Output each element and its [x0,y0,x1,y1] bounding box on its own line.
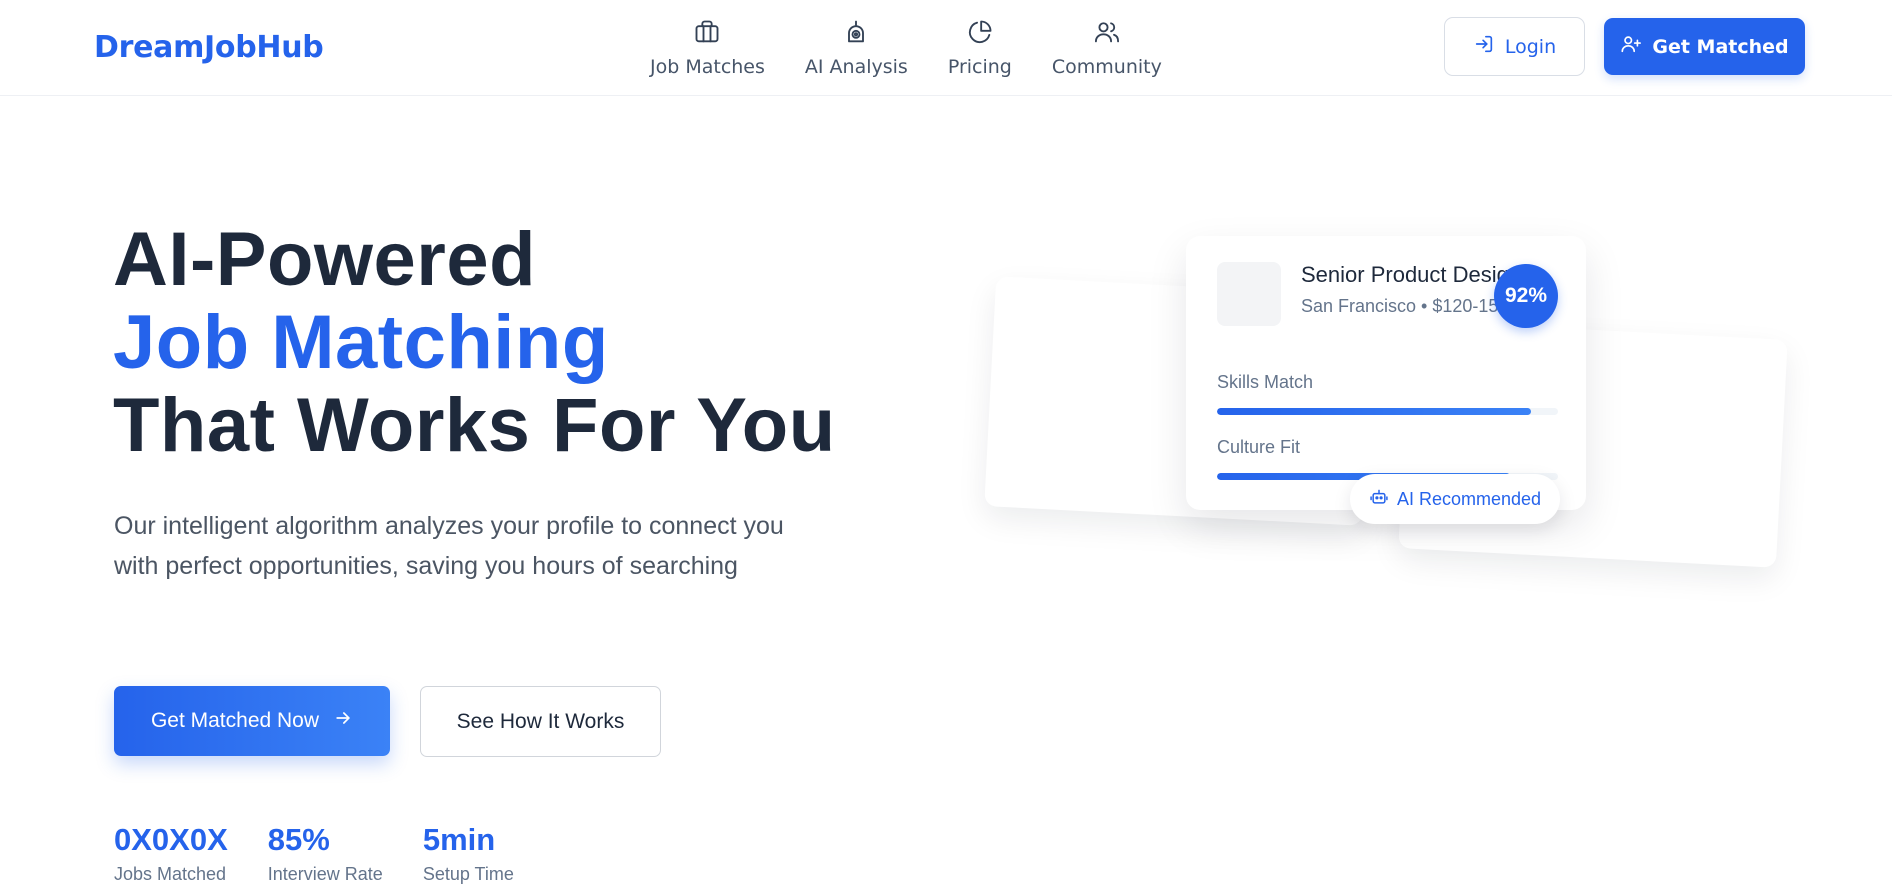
user-plus-icon [1620,33,1642,60]
hero-subtitle: Our intelligent algorithm analyzes your … [114,512,784,580]
sign-in-icon [1473,33,1495,60]
stat-setup-time: 5min Setup Time [423,822,514,885]
nav-label: AI Analysis [804,56,908,78]
main-nav: Job Matches AI Analysis Pricing Communit… [630,18,1182,78]
stat-jobs-matched: 0X0X0X Jobs Matched [114,822,228,885]
stat-value: 0X0X0X [114,822,228,857]
stat-label: Interview Rate [267,864,383,884]
hero-stats: 0X0X0X Jobs Matched 85% Interview Rate 5… [114,822,554,885]
nav-item-community[interactable]: Community [1032,18,1182,78]
job-match-card[interactable]: Senior Product Designer San Francisco • … [1186,236,1586,510]
company-logo-placeholder [1217,262,1281,326]
see-how-it-works-button[interactable]: See How It Works [420,686,661,757]
robot-icon [1369,487,1389,512]
job-title: Senior Product Designer [1301,262,1521,287]
get-matched-now-button[interactable]: Get Matched Now [114,686,390,756]
hero-title-line-2: Job Matching [113,300,609,385]
nav-item-pricing[interactable]: Pricing [928,18,1032,78]
get-matched-label: Get Matched [1652,35,1789,58]
login-button[interactable]: Login [1444,17,1585,76]
primary-cta-label: Get Matched Now [150,709,320,732]
hero-title-highlight: Job Matching [113,301,609,384]
nav-label: Pricing [947,56,1012,78]
metric-label-culture: Culture Fit [1217,437,1301,457]
stat-label: Jobs Matched [114,864,227,884]
skills-match-bar [1217,408,1558,415]
hero-title: AI-Powered Job Matching That Works For Y… [113,218,836,467]
metric-label-skills: Skills Match [1217,372,1314,392]
ai-recommended-label: AI Recommended [1396,488,1542,509]
users-icon [1093,18,1121,46]
stat-label: Setup Time [422,864,514,884]
site-header: DreamJobHub Job Matches AI Analysis Pric… [0,0,1892,96]
robot-icon [842,18,870,46]
pie-chart-icon [966,18,994,46]
skills-match-fill [1217,408,1531,415]
arrow-right-icon [333,708,353,734]
hero-title-line-3: That Works For You [113,383,836,468]
get-matched-button[interactable]: Get Matched [1604,18,1805,75]
brand-logo[interactable]: DreamJobHub [94,30,324,65]
secondary-cta-label: See How It Works [456,709,625,733]
login-label: Login [1504,35,1557,58]
hero-title-line-1: AI-Powered [113,217,537,302]
nav-label: Job Matches [650,56,765,78]
ai-recommended-chip: AI Recommended [1350,474,1560,524]
nav-item-job-matches[interactable]: Job Matches [630,18,785,78]
nav-item-ai-analysis[interactable]: AI Analysis [785,18,928,78]
briefcase-icon [693,18,721,46]
job-meta: San Francisco • $120-150K [1301,296,1511,316]
stat-interview-rate: 85% Interview Rate [268,822,383,885]
stat-value: 5min [422,822,496,857]
match-score-badge: 92% [1494,264,1558,328]
nav-label: Community [1051,56,1162,78]
stat-value: 85% [267,822,330,857]
